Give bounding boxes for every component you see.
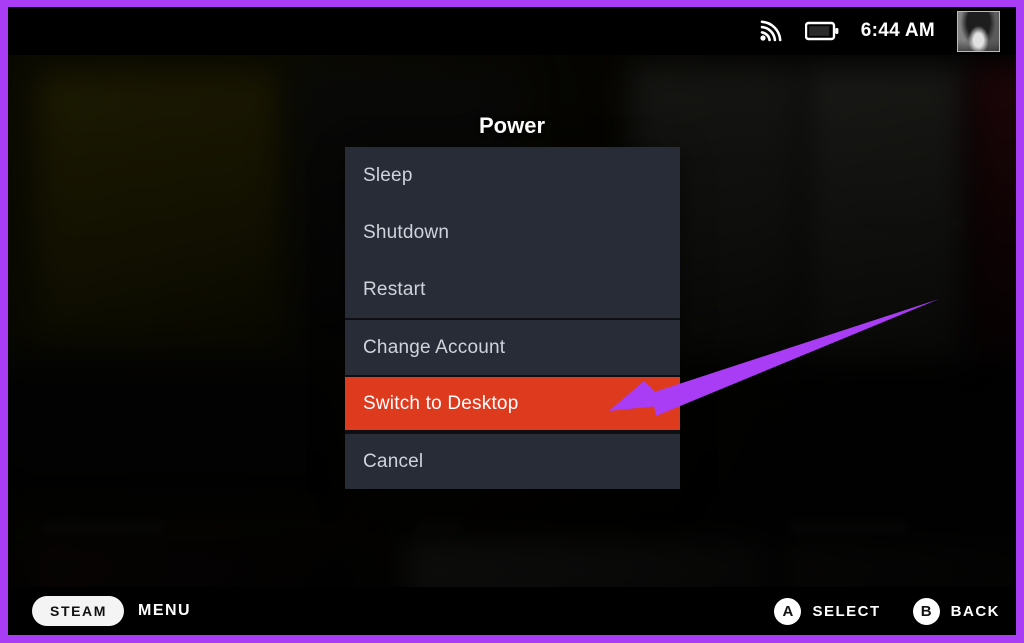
steam-button[interactable]: STEAM (32, 596, 124, 626)
menu-hint-label: MENU (138, 602, 192, 619)
avatar[interactable] (957, 10, 1000, 52)
menu-item-switch-to-desktop[interactable]: Switch to Desktop (345, 375, 680, 432)
power-menu: Sleep Shutdown Restart Change Account Sw… (345, 147, 680, 489)
hint-select-label: SELECT (812, 602, 881, 620)
menu-item-cancel[interactable]: Cancel (345, 432, 680, 489)
status-clock: 6:44 AM (860, 20, 935, 41)
hint-select[interactable]: A SELECT (774, 597, 881, 625)
b-button-icon: B (912, 597, 940, 625)
battery-icon[interactable] (804, 21, 839, 41)
menu-item-label: Restart (363, 278, 426, 300)
steam-deck-screen: 6:44 AM Power Sleep Shutdown Restart Cha… (8, 7, 1016, 635)
hint-back-label: BACK (950, 602, 1000, 620)
menu-item-sleep[interactable]: Sleep (345, 147, 680, 204)
a-button-icon: A (774, 597, 802, 625)
hint-back[interactable]: B BACK (912, 597, 1000, 625)
page-title: Power (478, 113, 546, 138)
menu-item-label: Cancel (363, 450, 424, 472)
menu-item-label: Change Account (363, 336, 506, 358)
menu-item-label: Sleep (363, 164, 413, 186)
menu-item-label: Shutdown (363, 221, 450, 243)
menu-item-label: Switch to Desktop (363, 392, 519, 414)
menu-item-restart[interactable]: Restart (345, 261, 680, 318)
menu-item-shutdown[interactable]: Shutdown (345, 204, 680, 261)
status-bar: 6:44 AM (8, 7, 1016, 55)
menu-item-change-account[interactable]: Change Account (345, 318, 680, 375)
wifi-icon[interactable] (759, 20, 783, 42)
bottom-bar: STEAM MENU A SELECT B BACK (8, 587, 1016, 635)
annotated-screenshot-frame: 6:44 AM Power Sleep Shutdown Restart Cha… (0, 0, 1024, 643)
